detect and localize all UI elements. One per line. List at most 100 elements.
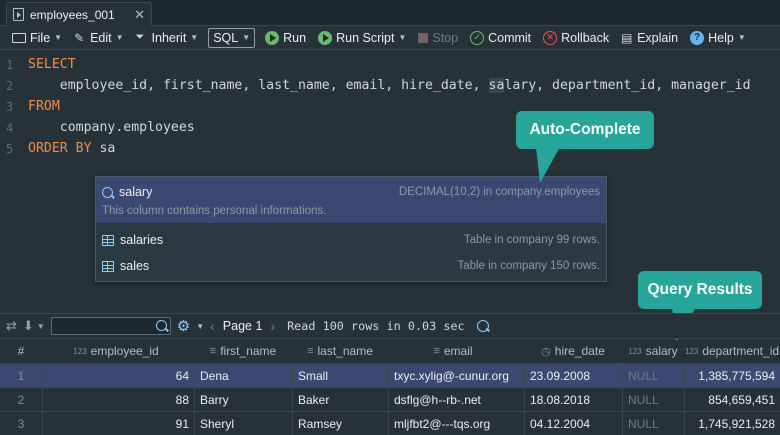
rollback-button[interactable]: ✕ Rollback <box>537 27 615 49</box>
cell-last-name[interactable]: Small <box>292 364 388 387</box>
grid-header-email[interactable]: ≡ email <box>388 340 518 362</box>
edit-menu[interactable]: ✎ Edit ▼ <box>68 27 129 49</box>
chevron-down-icon: ▼ <box>190 33 199 42</box>
line-number: 4 <box>6 121 14 135</box>
number-type-icon: 123 <box>628 346 642 356</box>
keyword-order-by: ORDER BY <box>28 141 92 156</box>
refresh-icon[interactable]: ⇄ <box>6 318 17 334</box>
autocomplete-item-description: This column contains personal informatio… <box>102 205 327 217</box>
column-label: hire_date <box>554 344 605 358</box>
code-line-4[interactable]: company.employees <box>28 120 195 135</box>
table-row[interactable]: 1 64 Dena Small txyc.xylig@-cunur.org 23… <box>0 363 780 387</box>
help-menu[interactable]: ? Help ▼ <box>684 27 752 49</box>
cell-department-id[interactable]: 854,659,451 <box>684 388 780 411</box>
help-label: Help <box>708 30 734 45</box>
grid-header-first-name[interactable]: ≡ first_name <box>194 340 292 362</box>
code-line-3[interactable]: FROM <box>28 99 60 114</box>
code-line-5[interactable]: ORDER BY sa <box>28 141 115 156</box>
close-icon[interactable]: ✕ <box>134 7 145 23</box>
code-line-1[interactable]: SELECT <box>28 57 76 72</box>
funnel-icon: ⏷ <box>135 31 145 43</box>
explain-button[interactable]: ▤ Explain <box>615 27 684 49</box>
sql-select-label: SQL <box>213 30 239 45</box>
rollback-label: Rollback <box>561 30 610 45</box>
tab-employees[interactable]: employees_001 ✕ <box>6 2 152 26</box>
cell-first-name[interactable]: Barry <box>194 388 292 411</box>
results-filter-input[interactable] <box>50 317 171 335</box>
autocomplete-item-info: Table in company 150 rows. <box>457 260 600 272</box>
chevron-down-icon[interactable]: ▼ <box>196 322 204 331</box>
cell-email[interactable]: mljfbt2@---tqs.org <box>388 412 524 435</box>
code-text: company.employees <box>28 120 195 135</box>
cell-hire-date[interactable]: 23.09.2008 <box>524 364 622 387</box>
grid-header-hire-date[interactable]: ◷ hire_date <box>524 340 622 362</box>
rollback-icon: ✕ <box>543 30 558 45</box>
chevron-down-icon: ▼ <box>398 33 407 42</box>
autocomplete-item[interactable]: sales Table in company 150 rows. <box>96 253 606 279</box>
chevron-down-icon: ▼ <box>54 33 63 42</box>
next-page-icon[interactable]: › <box>270 318 275 334</box>
cell-last-name[interactable]: Ramsey <box>292 412 388 435</box>
table-row[interactable]: 2 88 Barry Baker dsflg@h--rb-.net 18.08.… <box>0 387 780 411</box>
run-button[interactable]: Run <box>259 27 312 49</box>
main-toolbar: File ▼ ✎ Edit ▼ ⏷ Inherit ▼ SQL ▼ Run Ru… <box>0 26 780 50</box>
chevron-down-icon: ▼ <box>36 321 45 331</box>
text-type-icon: ≡ <box>307 345 314 357</box>
inherit-menu[interactable]: ⏷ Inherit ▼ <box>130 27 205 49</box>
cell-department-id[interactable]: 1,385,775,594 <box>684 364 780 387</box>
chevron-down-icon: ▼ <box>115 33 124 42</box>
chevron-down-icon: ▼ <box>737 33 746 42</box>
row-number: 3 <box>17 416 25 431</box>
commit-button[interactable]: ✓ Commit <box>464 27 537 49</box>
code-text: employee_id, first_name, last_name, emai… <box>28 78 489 93</box>
sql-dialect-select[interactable]: SQL ▼ <box>208 27 256 48</box>
run-script-button[interactable]: Run Script ▼ <box>312 27 412 49</box>
text-type-icon: ≡ <box>433 345 440 357</box>
file-menu-label: File <box>30 30 51 45</box>
column-label: employee_id <box>90 344 159 358</box>
grid-header-last-name[interactable]: ≡ last_name <box>292 340 388 362</box>
grid-header-employee-id[interactable]: 123 employee_id <box>42 340 190 362</box>
autocomplete-popup: salary DECIMAL(10,2) in company.employee… <box>95 176 607 282</box>
grid-header-salary[interactable]: 123 salary <box>622 340 684 362</box>
cell-last-name[interactable]: Baker <box>292 388 388 411</box>
inherit-menu-label: Inherit <box>151 30 187 45</box>
cell-email[interactable]: txyc.xylig@-cunur.org <box>388 364 524 387</box>
cell-employee-id[interactable]: 88 <box>42 388 194 411</box>
export-button[interactable]: ⬇ ▼ <box>23 318 45 334</box>
line-number-gutter: 1 2 3 4 5 <box>0 51 22 313</box>
previous-page-icon[interactable]: ‹ <box>210 318 215 334</box>
cell-salary[interactable]: NULL <box>622 388 684 411</box>
results-grid: # 123 employee_id ≡ first_name ≡ last_name … <box>0 340 780 435</box>
grid-header-rownum[interactable]: # <box>0 340 42 362</box>
number-type-icon: 123 <box>684 346 699 356</box>
cell-employee-id[interactable]: 91 <box>42 412 194 435</box>
code-text: lary, department_id, manager_id <box>504 78 751 93</box>
grid-header-department-id[interactable]: 123 department_id <box>684 340 780 362</box>
stop-button[interactable]: Stop <box>412 27 464 49</box>
cell-hire-date[interactable]: 18.08.2018 <box>524 388 622 411</box>
cell-email[interactable]: dsflg@h--rb-.net <box>388 388 524 411</box>
file-menu[interactable]: File ▼ <box>6 27 68 49</box>
table-icon <box>102 234 114 246</box>
cell-employee-id[interactable]: 64 <box>42 364 194 387</box>
autocomplete-item[interactable]: salaries Table in company 99 rows. <box>96 227 606 253</box>
row-number: 1 <box>17 368 25 383</box>
cell-department-id[interactable]: 1,745,921,528 <box>684 412 780 435</box>
text-type-icon: ≡ <box>209 345 217 357</box>
cell-salary[interactable]: NULL <box>622 364 684 387</box>
autocomplete-item-name: salary <box>119 185 153 199</box>
pencil-icon: ✎ <box>74 30 85 45</box>
cell-first-name[interactable]: Dena <box>194 364 292 387</box>
autocomplete-callout: Auto-Complete <box>516 111 654 149</box>
cell-hire-date[interactable]: 04.12.2004 <box>524 412 622 435</box>
search-icon[interactable] <box>155 320 167 331</box>
cell-first-name[interactable]: Sheryl <box>194 412 292 435</box>
cell-salary[interactable]: NULL <box>622 412 684 435</box>
help-icon: ? <box>690 30 705 45</box>
table-row[interactable]: 3 91 Sheryl Ramsey mljfbt2@---tqs.org 04… <box>0 411 780 435</box>
gear-icon[interactable]: ⚙ <box>177 317 190 335</box>
search-icon[interactable] <box>476 320 489 332</box>
code-line-2[interactable]: employee_id, first_name, last_name, emai… <box>28 78 751 93</box>
number-type-icon: 123 <box>73 346 87 356</box>
